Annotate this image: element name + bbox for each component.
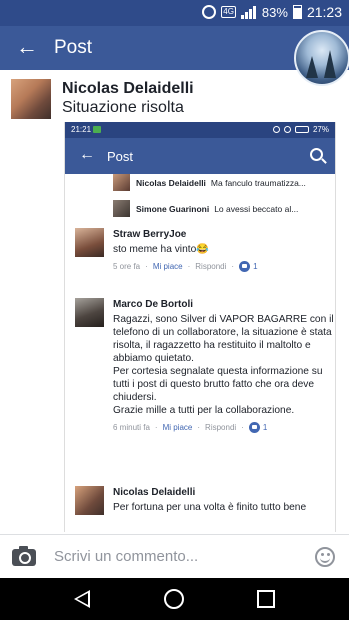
comment-composer: Scrivi un commento... — [0, 534, 349, 578]
reply-text: Lo avessi beccato al... — [214, 203, 299, 214]
reply-preview: Nicolas Delaidelli Ma fancul​o traumatiz… — [113, 174, 306, 191]
page-title: Post — [54, 37, 93, 58]
post-image[interactable]: 21:21 27% ← Post Nicolas Delaidelli Ma f… — [64, 122, 336, 532]
like-link: Mi piace — [162, 423, 193, 432]
camera-icon[interactable] — [12, 546, 36, 566]
post-author[interactable]: Nicolas Delaidelli — [62, 80, 194, 98]
comment-author: Marco De Bortoli — [113, 299, 194, 310]
reply-link: Rispondi — [205, 423, 237, 432]
reply-link: Rispondi — [195, 262, 227, 271]
image-wifi-icon — [283, 126, 291, 133]
image-battery-percent: 27% — [312, 125, 329, 134]
network-type-icon: 4G — [221, 6, 236, 18]
battery-icon — [292, 5, 302, 19]
image-app-header: ← Post — [65, 138, 335, 174]
author-avatar[interactable] — [11, 79, 51, 119]
system-nav-bar — [0, 578, 349, 620]
post-text: Situazione risolta — [62, 99, 184, 116]
signal-icon — [240, 5, 257, 19]
reply-text: Ma fancul​o traumatizza... — [210, 177, 306, 188]
emoji-icon[interactable] — [315, 547, 335, 567]
image-title: Post — [107, 149, 134, 164]
back-arrow-icon[interactable]: ← — [16, 35, 38, 59]
reply-name: Simone Guarinoni — [136, 203, 210, 214]
comment-avatar — [75, 228, 104, 257]
image-battery-icon — [294, 126, 309, 133]
clock: 21:23 — [306, 4, 342, 20]
image-clock: 21:21 — [71, 125, 92, 134]
like-link: Mi piace — [152, 262, 183, 271]
status-icons: 4G 83% 21:23 — [202, 4, 342, 20]
comment-time: 6 minuti fa — [113, 423, 150, 432]
reply-name: Nicolas Delaidelli — [136, 177, 206, 188]
like-icon — [248, 422, 260, 433]
profile-avatar[interactable] — [294, 30, 349, 86]
comment-avatar — [75, 486, 104, 515]
image-status-bar: 21:21 27% — [65, 122, 335, 138]
comment-meta: 6 minuti fa · Mi piace · Rispondi · 1 — [113, 422, 268, 433]
comment-text: Ragazzi, sono Silver di VAPOR BAGARRE co… — [113, 314, 334, 416]
comment-text: Per fortuna per una volta è finito tutto… — [113, 502, 307, 513]
reply-avatar — [113, 200, 130, 217]
like-count: 1 — [262, 423, 268, 432]
like-count: 1 — [253, 262, 258, 271]
comment-meta: 5 ore fa · Mi piace · Rispondi · 1 — [113, 261, 258, 272]
like-icon — [239, 261, 251, 272]
reply-preview: Simone Guarinoni Lo avessi beccato al... — [113, 200, 298, 217]
nav-back-icon[interactable] — [74, 590, 90, 608]
image-alarm-icon — [272, 126, 280, 133]
comment-author: Nicolas Delaidelli — [113, 487, 196, 498]
reply-avatar — [113, 174, 130, 191]
image-search-icon — [310, 148, 323, 161]
nav-recents-icon[interactable] — [257, 590, 275, 608]
image-back-arrow-icon: ← — [79, 146, 95, 163]
comment-author: Straw BerryJoe — [113, 229, 187, 240]
comment-avatar — [75, 298, 104, 327]
battery-percent: 83% — [261, 4, 288, 20]
status-bar: 4G 83% 21:23 — [0, 0, 349, 26]
comment-time: 5 ore fa — [113, 262, 141, 271]
comment-input[interactable]: Scrivi un commento... — [54, 548, 198, 565]
alarm-icon — [202, 5, 217, 19]
message-icon — [93, 126, 101, 133]
nav-home-icon[interactable] — [164, 589, 184, 609]
comment-text: sto meme ha vinto😂 — [113, 244, 209, 255]
